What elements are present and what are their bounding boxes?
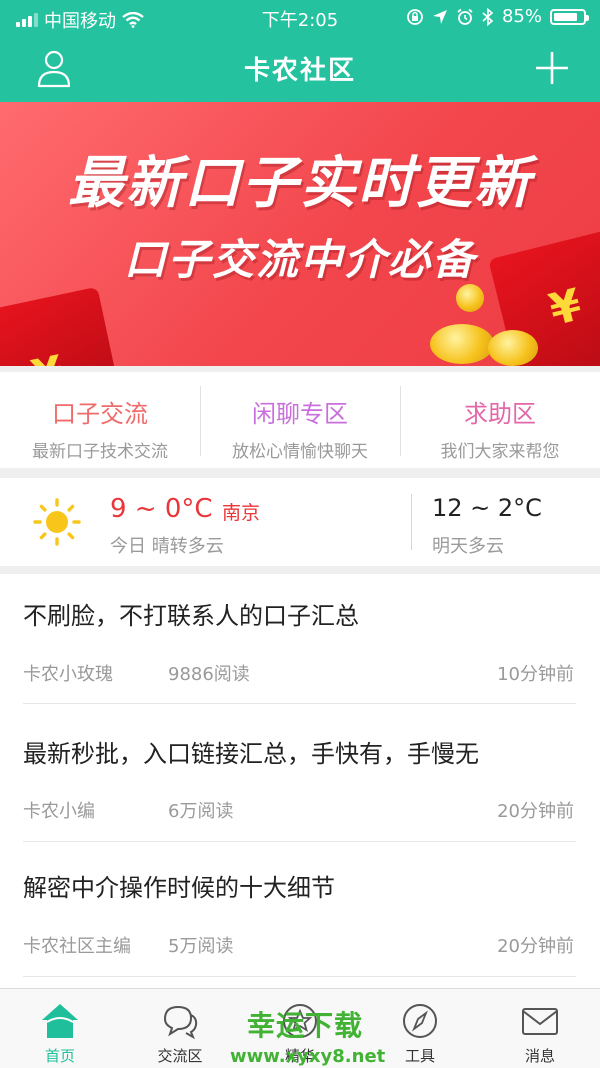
banner-headline: 最新口子实时更新 — [68, 151, 532, 216]
tab-messages[interactable]: 消息 — [480, 989, 600, 1068]
battery-icon — [550, 8, 589, 25]
mail-icon — [522, 1008, 558, 1035]
tab-featured[interactable]: 精华 — [240, 989, 360, 1068]
chat-bubbles-icon — [163, 1005, 198, 1040]
red-envelope-left-icon: ¥ — [0, 286, 121, 366]
article-title: 不刷脸，不打联系人的口子汇总 — [23, 602, 359, 630]
article-item[interactable]: 最新秒批，入口链接汇总，手快有，手慢无 卡农小编 6万阅读 20分钟前 — [0, 704, 600, 842]
sun-icon — [33, 498, 81, 546]
page-title: 卡农社区 — [243, 56, 356, 86]
tab-home[interactable]: 首页 — [0, 989, 120, 1068]
category-row: 口子交流 最新口子技术交流 闲聊专区 放松心情愉快聊天 求助区 我们大家来帮您 — [0, 372, 600, 468]
article-item[interactable]: 解密中介操作时候的十大细节 卡农社区主编 5万阅读 20分钟前 — [0, 842, 600, 982]
article-list: 不刷脸，不打联系人的口子汇总 卡农小玫瑰 9886阅读 10分钟前 最新秒批，入… — [0, 574, 600, 988]
tab-exchange[interactable]: 交流区 — [120, 989, 240, 1068]
gold-coin-icon — [456, 284, 484, 312]
location-icon — [432, 9, 447, 24]
tomorrow-temperature: 12 ~ 2°C — [432, 494, 542, 522]
nav-bar: 卡农社区 — [0, 34, 600, 102]
article-reads: 6万阅读 — [168, 801, 234, 822]
divider — [23, 976, 576, 977]
tomorrow-weather-desc: 明天多云 — [432, 536, 504, 557]
tab-label: 首页 — [44, 1047, 75, 1065]
category-subtitle: 放松心情愉快聊天 — [232, 442, 368, 462]
category-subtitle: 最新口子技术交流 — [32, 442, 168, 462]
star-badge-icon — [283, 1004, 317, 1038]
category-title: 口子交流 — [52, 400, 148, 428]
promo-banner[interactable]: ¥ ¥ 最新口子实时更新 口子交流中介必备 — [0, 102, 600, 366]
plus-icon[interactable] — [534, 50, 570, 86]
article-item[interactable]: 不刷脸，不打联系人的口子汇总 卡农小玫瑰 9886阅读 10分钟前 — [0, 574, 600, 704]
article-author: 卡农小编 — [23, 801, 95, 822]
rotation-lock-icon — [407, 8, 423, 25]
category-subtitle: 我们大家来帮您 — [440, 442, 560, 462]
status-bar: 中国移动 下午2:05 85% — [0, 0, 600, 34]
weather-divider — [411, 494, 412, 550]
tab-bar: 首页 交流区 精华 工具 消息 — [0, 988, 600, 1068]
tab-label: 工具 — [404, 1047, 435, 1065]
tab-label: 交流区 — [157, 1047, 203, 1065]
status-right-group: 85% — [406, 6, 589, 27]
article-reads: 5万阅读 — [168, 936, 234, 957]
weather-panel — [0, 478, 600, 566]
category-kouzi[interactable]: 口子交流 最新口子技术交流 — [0, 372, 200, 468]
gold-coin-icon — [488, 330, 538, 366]
compass-icon — [403, 1004, 437, 1038]
today-weather-desc: 今日 晴转多云 — [110, 536, 224, 557]
alarm-icon — [457, 8, 473, 25]
bluetooth-icon — [482, 7, 494, 26]
battery-percent: 85% — [501, 6, 542, 27]
tab-tools[interactable]: 工具 — [360, 989, 480, 1068]
category-help[interactable]: 求助区 我们大家来帮您 — [400, 372, 600, 468]
article-title: 解密中介操作时候的十大细节 — [23, 874, 335, 902]
gold-coin-icon — [430, 324, 494, 364]
category-title: 求助区 — [464, 400, 536, 428]
category-chat[interactable]: 闲聊专区 放松心情愉快聊天 — [200, 372, 400, 468]
tab-label: 精华 — [284, 1047, 315, 1065]
article-time: 10分钟前 — [497, 664, 574, 685]
article-reads: 9886阅读 — [168, 664, 250, 685]
article-title: 最新秒批，入口链接汇总，手快有，手慢无 — [23, 740, 479, 768]
weather-city: 南京 — [222, 502, 261, 524]
banner-subheadline: 口子交流中介必备 — [123, 235, 476, 284]
tab-label: 消息 — [524, 1047, 555, 1065]
article-time: 20分钟前 — [497, 936, 574, 957]
home-icon — [42, 1004, 78, 1038]
today-temperature: 9 ~ 0°C — [110, 494, 213, 524]
article-time: 20分钟前 — [497, 801, 574, 822]
article-author: 卡农社区主编 — [23, 936, 131, 957]
category-title: 闲聊专区 — [252, 400, 348, 428]
article-author: 卡农小玫瑰 — [23, 664, 113, 685]
